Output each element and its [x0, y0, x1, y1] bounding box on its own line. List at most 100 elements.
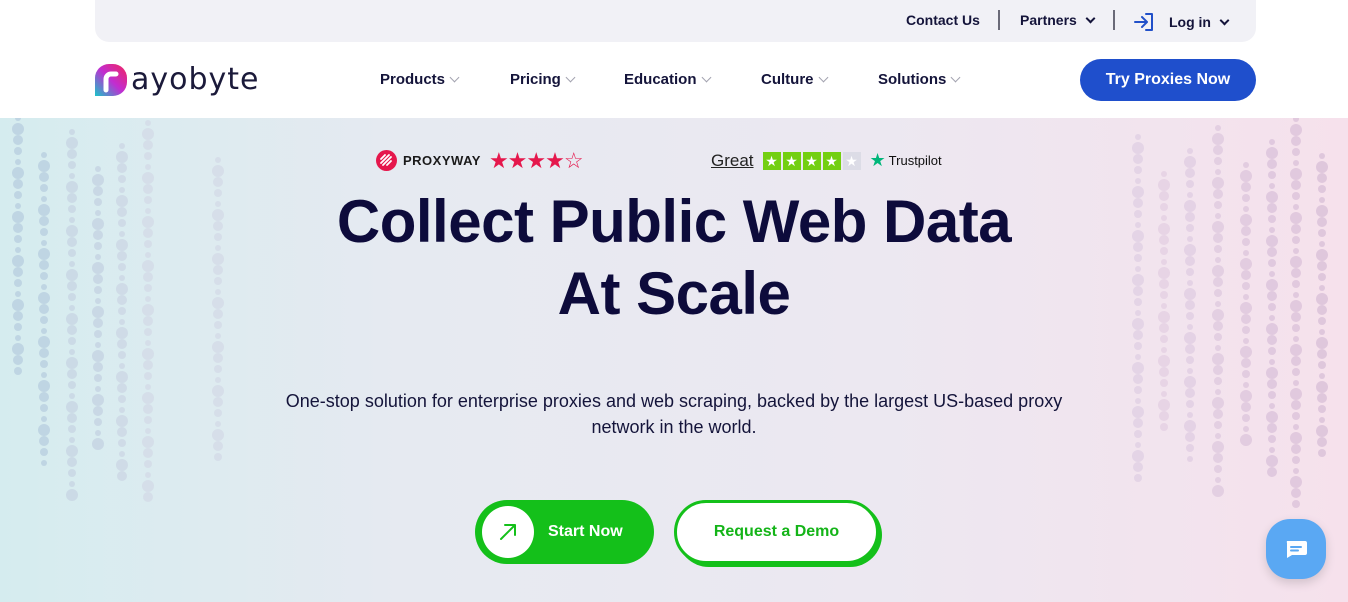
- chevron-down-icon: [950, 72, 961, 83]
- background-dot: [1158, 399, 1170, 411]
- background-dot: [1213, 453, 1223, 463]
- login-dropdown[interactable]: Log in: [1133, 12, 1230, 32]
- start-now-button[interactable]: Start Now: [475, 500, 654, 564]
- background-dot: [119, 451, 125, 457]
- request-demo-button[interactable]: Request a Demo: [674, 500, 879, 564]
- background-dot: [1267, 379, 1277, 389]
- background-dot: [38, 424, 50, 436]
- background-dot: [92, 394, 104, 406]
- start-icon-circle: [482, 506, 534, 558]
- trustpilot-rating[interactable]: Great ★ ★ ★ ★ ★ ★ Trustpilot: [711, 150, 942, 171]
- background-dot: [1240, 390, 1252, 402]
- chevron-down-icon: [818, 72, 828, 83]
- background-dot: [116, 415, 128, 427]
- background-dot: [142, 480, 154, 492]
- try-proxies-button[interactable]: Try Proxies Now: [1080, 59, 1256, 101]
- background-dot: [1212, 353, 1224, 365]
- nav-culture-label: Culture: [761, 71, 814, 88]
- background-dot: [1186, 356, 1194, 364]
- background-dot: [119, 363, 125, 369]
- background-dot: [13, 135, 23, 145]
- background-dot: [1161, 391, 1167, 397]
- background-dot: [1132, 450, 1144, 462]
- background-dot: [215, 333, 221, 339]
- nav-products[interactable]: Products: [380, 71, 460, 88]
- background-dot: [1135, 442, 1141, 448]
- ayobyte-logo-mark-icon: [95, 63, 127, 96]
- background-dot: [12, 123, 24, 135]
- background-dot: [1215, 389, 1221, 395]
- contact-us-link[interactable]: Contact Us: [906, 12, 980, 28]
- proxyway-logo-icon: [376, 150, 397, 171]
- headline-line-1: Collect Public Web Data: [336, 188, 1012, 255]
- background-dot: [1185, 432, 1195, 442]
- background-dot: [1215, 345, 1221, 351]
- background-dot: [142, 128, 154, 140]
- background-dot: [1214, 421, 1222, 429]
- background-dot: [1269, 447, 1275, 453]
- background-dot: [1291, 488, 1301, 498]
- background-dot: [1215, 433, 1221, 439]
- chevron-down-icon: [565, 72, 576, 83]
- background-dot: [95, 342, 101, 348]
- partners-dropdown[interactable]: Partners: [1020, 12, 1096, 28]
- arrow-up-right-icon: [500, 524, 516, 540]
- background-dot: [93, 362, 103, 372]
- background-dot: [1213, 365, 1223, 375]
- background-dot: [1269, 139, 1275, 145]
- background-dot: [66, 489, 78, 501]
- background-dot: [67, 457, 77, 467]
- background-dot: [1268, 347, 1276, 355]
- background-dot: [117, 383, 127, 393]
- background-dot: [1160, 423, 1168, 431]
- chevron-down-icon: [1085, 13, 1096, 23]
- background-dot: [1316, 425, 1328, 437]
- trustpilot-brand: ★ Trustpilot: [870, 150, 942, 171]
- background-dot: [1133, 374, 1143, 384]
- nav-culture[interactable]: Culture: [761, 71, 828, 88]
- background-dot: [142, 392, 154, 404]
- background-dot: [66, 401, 78, 413]
- background-dot: [212, 385, 224, 397]
- nav-pricing-label: Pricing: [510, 71, 561, 88]
- background-dot: [142, 436, 154, 448]
- background-dot: [1318, 405, 1326, 413]
- background-dot: [1241, 402, 1251, 412]
- star-empty-icon: ★: [842, 151, 861, 170]
- background-dot: [1293, 468, 1299, 474]
- nav-solutions[interactable]: Solutions: [878, 71, 961, 88]
- background-dot: [69, 349, 75, 355]
- background-dot: [40, 360, 48, 368]
- background-dot: [94, 374, 102, 382]
- nav-education[interactable]: Education: [624, 71, 711, 88]
- background-dot: [119, 407, 125, 413]
- background-dot: [38, 336, 50, 348]
- background-dot: [1317, 349, 1327, 359]
- background-dot: [1187, 456, 1193, 462]
- background-dot: [1132, 362, 1144, 374]
- background-dot: [1132, 406, 1144, 418]
- nav-pricing[interactable]: Pricing: [510, 71, 576, 88]
- chat-widget-button[interactable]: [1266, 519, 1326, 579]
- background-dot: [117, 427, 127, 437]
- background-dot: [1134, 430, 1142, 438]
- background-dot: [1214, 333, 1222, 341]
- partners-label: Partners: [1020, 12, 1077, 28]
- background-dot: [1316, 381, 1328, 393]
- background-dot: [1243, 338, 1249, 344]
- login-label: Log in: [1169, 14, 1211, 30]
- background-dot: [1159, 367, 1169, 377]
- background-dot: [1293, 380, 1299, 386]
- nav-products-label: Products: [380, 71, 446, 88]
- background-dot: [1291, 136, 1301, 146]
- background-dot: [1186, 444, 1194, 452]
- background-dot: [214, 365, 222, 373]
- background-dot: [1161, 347, 1167, 353]
- background-dot: [94, 418, 102, 426]
- brand-logo[interactable]: ayobyte: [95, 62, 260, 97]
- background-dot: [1160, 335, 1168, 343]
- background-dot: [39, 392, 49, 402]
- background-dot: [1184, 420, 1196, 432]
- background-dot: [1212, 397, 1224, 409]
- background-dot: [1187, 368, 1193, 374]
